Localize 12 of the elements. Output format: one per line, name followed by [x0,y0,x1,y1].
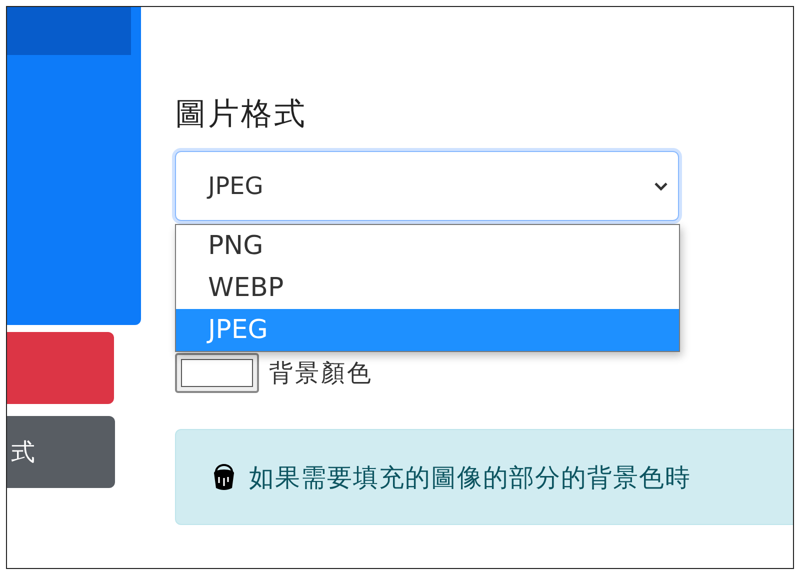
sidebar-button[interactable]: 式 [7,416,115,488]
color-swatch[interactable] [175,353,259,393]
format-select[interactable]: JPEG [175,151,679,221]
sidebar-panel[interactable] [7,7,141,325]
paint-bucket-icon [213,463,235,491]
alert-text: 如果需要填充的圖像的部分的背景色時 [249,462,691,494]
sidebar-button[interactable] [7,332,114,404]
dropdown-option[interactable]: WEBP [176,267,679,309]
chevron-icon [654,182,668,190]
color-label: 背景顏色 [269,358,373,389]
field-label: 圖片格式 [175,95,308,133]
dropdown-option[interactable]: PNG [176,225,679,267]
